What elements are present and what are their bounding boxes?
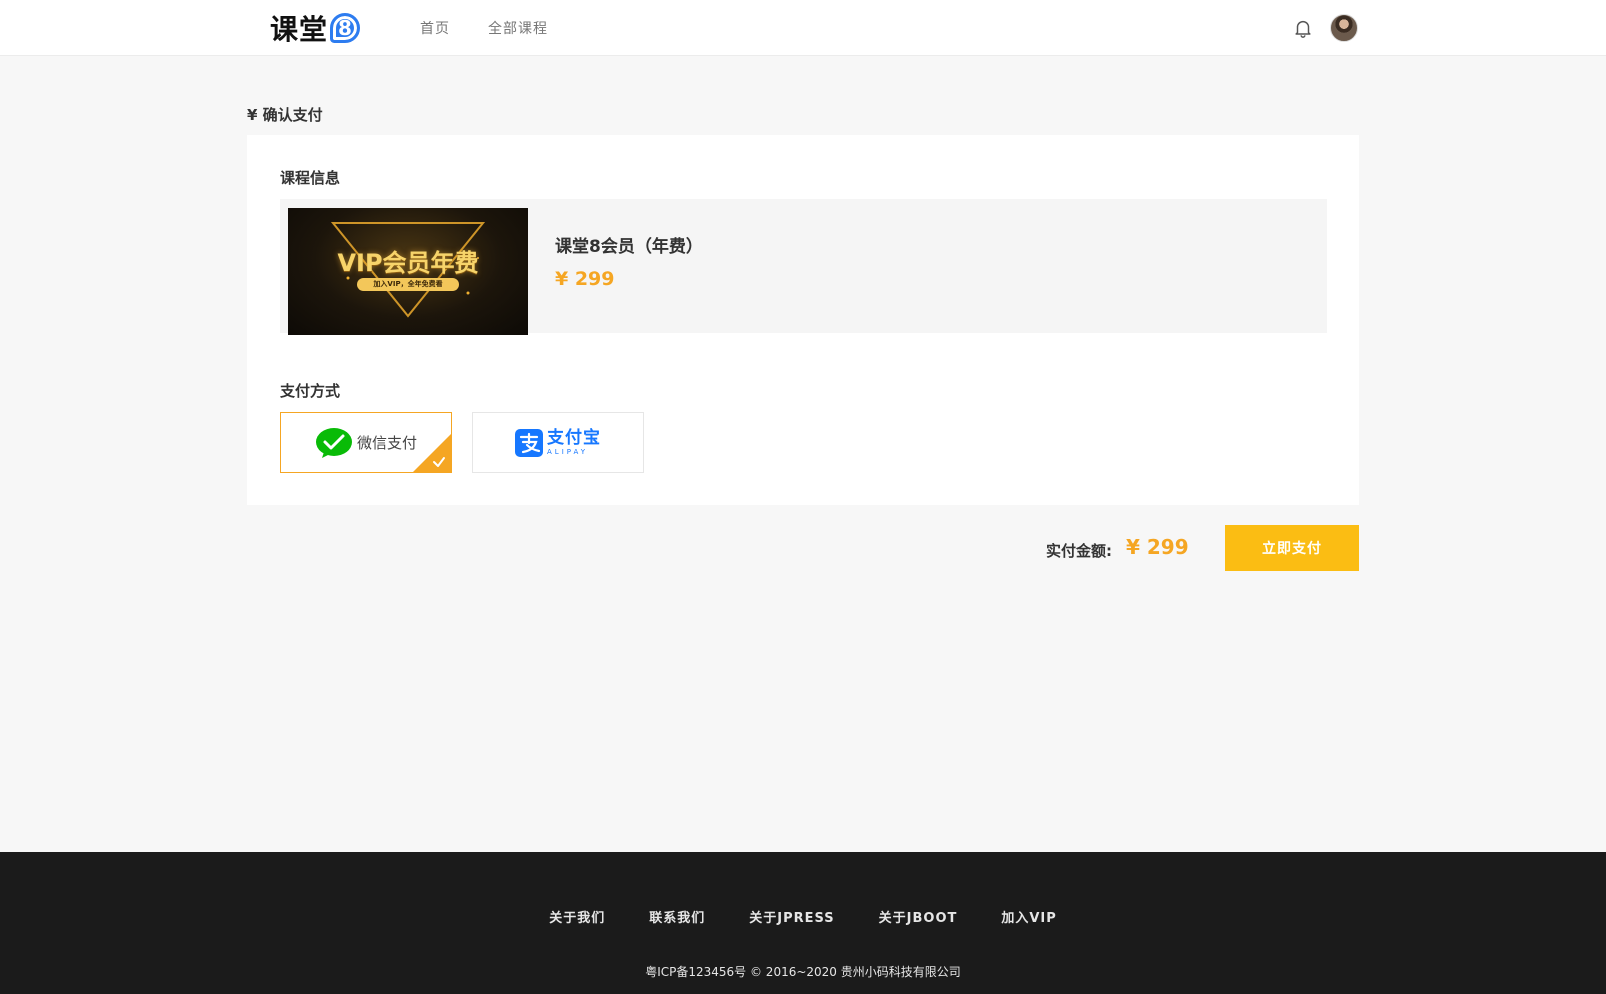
bell-icon[interactable] — [1292, 17, 1314, 39]
course-price: ¥ 299 — [555, 268, 615, 290]
check-icon — [433, 457, 445, 467]
user-avatar[interactable] — [1330, 14, 1358, 42]
footer-link-contact[interactable]: 联系我们 — [649, 907, 705, 926]
thumbnail-title: VIP会员年费 — [337, 249, 479, 277]
footer-link-jpress[interactable]: 关于JPRESS — [749, 907, 834, 926]
footer-copyright: 粤ICP备123456号 © 2016~2020 贵州小码科技有限公司 — [645, 965, 961, 979]
nav-home[interactable]: 首页 — [420, 18, 450, 38]
wechat-pay-label: 微信支付 — [356, 434, 417, 452]
nav-all-courses[interactable]: 全部课程 — [488, 18, 548, 38]
footer-link-about[interactable]: 关于我们 — [549, 907, 605, 926]
thumbnail-subtitle: 加入VIP，全年免费看 — [357, 278, 459, 291]
payment-method-heading: 支付方式 — [280, 382, 341, 400]
footer-link-jboot[interactable]: 关于JBOOT — [879, 907, 958, 926]
site-logo[interactable]: 课堂 8 — [270, 11, 361, 46]
pay-option-wechat[interactable]: 微信支付 — [280, 412, 452, 473]
total-label: 实付金额: — [1046, 542, 1112, 560]
course-info-heading: 课程信息 — [280, 169, 341, 187]
course-thumbnail: VIP会员年费 加入VIP，全年免费看 — [288, 208, 528, 335]
course-name: 课堂8会员（年费） — [555, 237, 703, 257]
top-header: 课堂 8 首页 全部课程 — [0, 0, 1606, 56]
alipay-label: 支付宝 — [547, 427, 601, 448]
main-nav: 首页 全部课程 — [420, 18, 586, 38]
course-item: VIP会员年费 加入VIP，全年免费看 课堂8会员（年费） ¥ 299 — [280, 199, 1327, 335]
pay-option-alipay[interactable]: 支付宝 ALIPAY — [472, 412, 644, 473]
total-amount: ¥ 299 — [1126, 535, 1189, 559]
alipay-icon — [515, 428, 543, 457]
pay-now-button[interactable]: 立即支付 — [1225, 525, 1359, 571]
alipay-sublabel: ALIPAY — [547, 447, 589, 456]
footer-link-join-vip[interactable]: 加入VIP — [1001, 907, 1056, 926]
logo-text: 课堂 — [270, 13, 329, 46]
order-card: 课程信息 VIP会员年费 加入VIP，全年免费看 课堂8会员（年费） ¥ 299… — [247, 135, 1359, 505]
footer-links: 关于我们 联系我们 关于JPRESS 关于JBOOT 加入VIP — [0, 907, 1606, 926]
site-footer: 关于我们 联系我们 关于JPRESS 关于JBOOT 加入VIP 粤ICP备12… — [0, 852, 1606, 994]
page-title: ¥ 确认支付 — [247, 106, 323, 124]
wechat-pay-icon — [315, 427, 352, 458]
logo-badge: 8 — [330, 13, 361, 43]
